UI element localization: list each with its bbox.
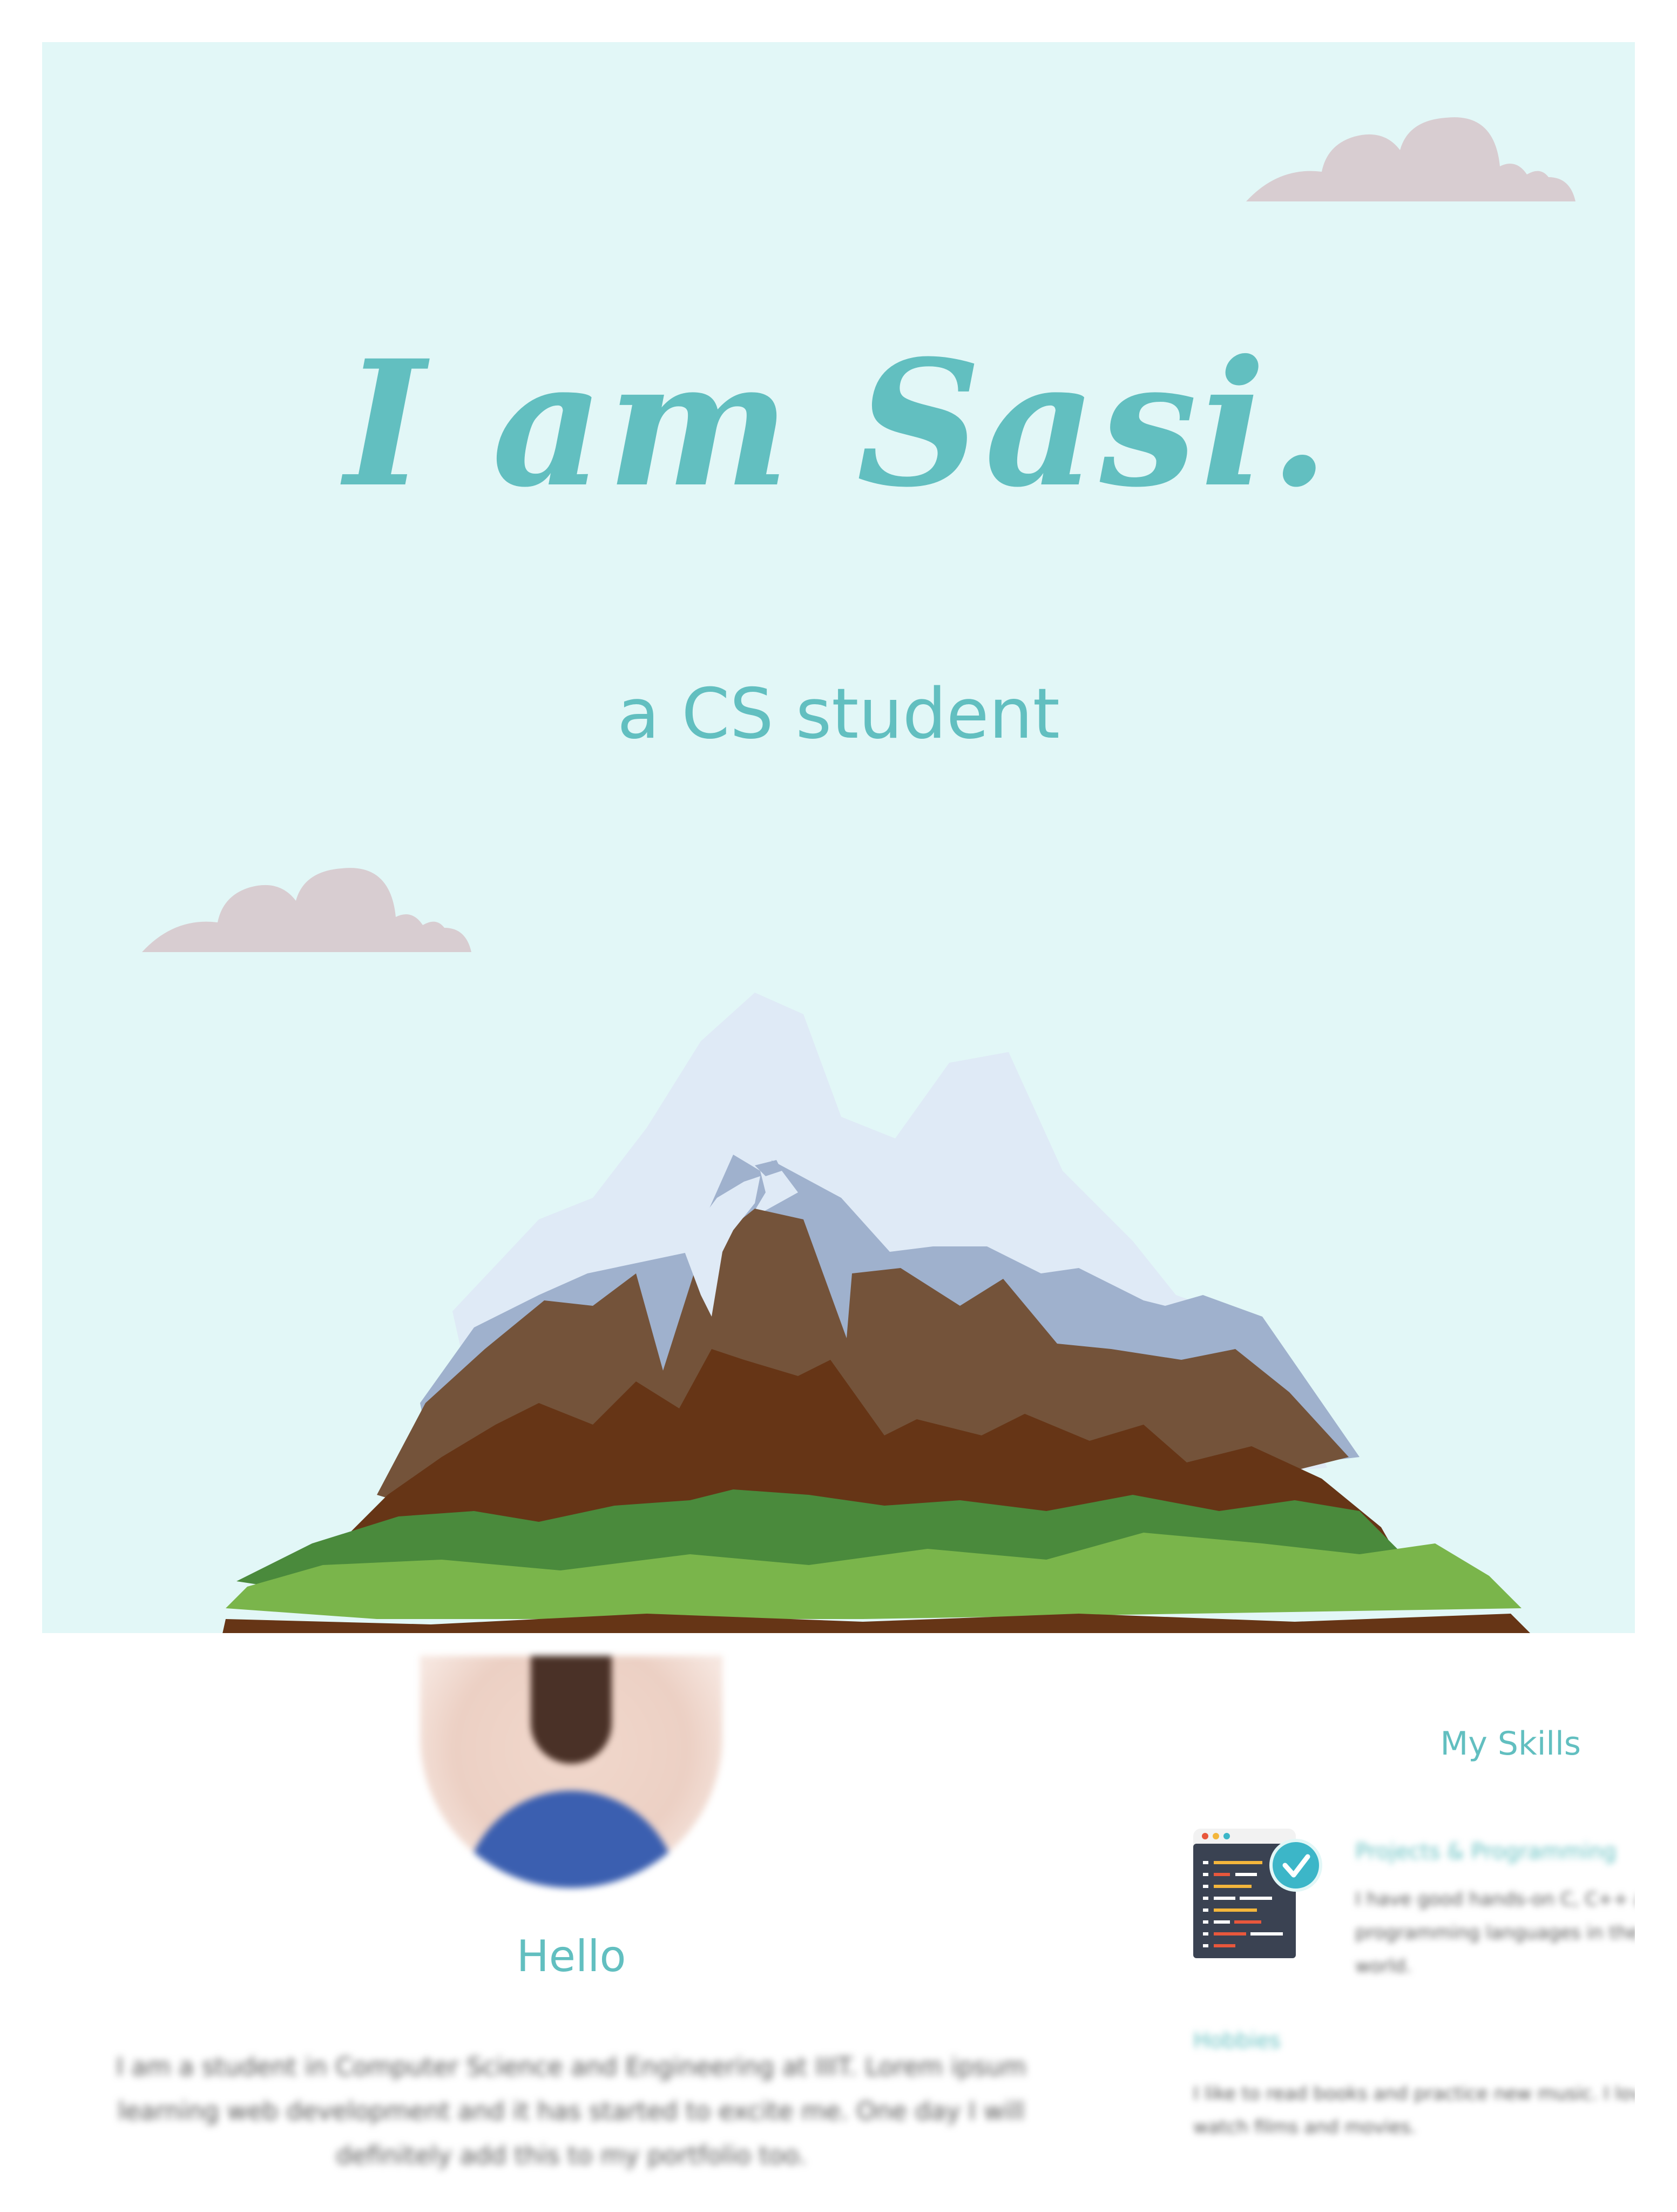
skill-description: I have good hands-on C, C++ and Java pro… <box>1355 1889 1635 1977</box>
mountain-illustration <box>222 993 1530 1633</box>
skill-name: Hobbies <box>1193 2028 1281 2053</box>
skill-description: I like to read books and practice new mu… <box>1193 2083 1635 2138</box>
skills-heading: My Skills <box>1440 1725 1581 1763</box>
cloud-left-illustration <box>142 868 471 952</box>
avatar-head-shape <box>531 1656 612 1764</box>
avatar-shirt-shape <box>463 1791 679 1888</box>
profile-avatar <box>420 1656 722 1888</box>
page: I am Sasi. a CS student Hello I am a stu… <box>0 0 1677 2212</box>
hero-section: I am Sasi. a CS student <box>42 42 1635 1633</box>
about-text: I am a student in Computer Science and E… <box>116 2052 1026 2170</box>
hero-subtitle: a CS student <box>617 674 1060 754</box>
about-section: Hello I am a student in Computer Science… <box>42 1656 1100 2190</box>
skills-section: My Skills Projects & Programming I have … <box>1150 1656 1635 2190</box>
about-heading: Hello <box>516 1931 626 1981</box>
cloud-top-right-illustration <box>1246 117 1575 201</box>
skill-name: Projects & Programming <box>1355 1839 1617 1864</box>
code-window-check-icon <box>1193 1829 1322 1958</box>
hero-title: I am Sasi. <box>344 323 1333 525</box>
